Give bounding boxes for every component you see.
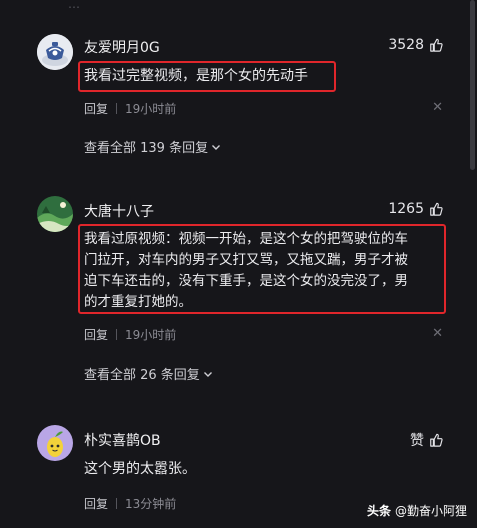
watermark-brand: 头条 — [366, 504, 391, 518]
timestamp: 13分钟前 — [125, 497, 177, 511]
watermark-author: @勤奋小阿狸 — [394, 504, 467, 518]
reply-button[interactable]: 回复 — [84, 495, 108, 512]
comment-meta: 回复 19小时前 — [84, 326, 176, 343]
comment-text: 这个男的太嚣张。 — [84, 461, 196, 477]
comment-text-line: 迫下车还击的，没有下重手，是这个女的没完没了，男 — [84, 273, 408, 289]
username[interactable]: 朴实喜鹊OB — [84, 430, 161, 450]
comment-text-line: 门拉开，对车内的男子又打又骂，又拖又踹，男子才被 — [84, 252, 408, 268]
close-icon[interactable]: ✕ — [432, 100, 443, 115]
comment-text-line: 我看过原视频：视频一开始，是这个女的把驾驶位的车 — [84, 231, 408, 247]
like-button[interactable]: 1265 — [388, 201, 443, 217]
like-button[interactable]: 3528 — [388, 37, 443, 53]
like-button[interactable]: 赞 — [410, 430, 443, 450]
scrollbar[interactable] — [470, 0, 475, 170]
like-count: 赞 — [410, 433, 424, 449]
like-count: 1265 — [388, 201, 424, 217]
view-all-replies-button[interactable]: 查看全部 26 条回复 — [84, 364, 213, 383]
timestamp: 19小时前 — [125, 328, 177, 342]
chevron-down-icon — [203, 371, 212, 377]
ellipsis-icon: ⋯ — [68, 0, 82, 14]
comment-meta: 回复 19小时前 — [84, 100, 176, 117]
divider — [116, 329, 118, 340]
username[interactable]: 友爱明月0G — [84, 37, 160, 57]
view-all-replies-label: 查看全部 26 条回复 — [84, 368, 200, 383]
reply-button[interactable]: 回复 — [84, 326, 108, 343]
thumbs-up-icon — [430, 202, 443, 216]
username[interactable]: 大唐十八子 — [84, 201, 154, 221]
close-icon[interactable]: ✕ — [432, 326, 443, 341]
comment-text-line: 的才重复打她的。 — [84, 294, 192, 310]
comment-text: 我看过原视频：视频一开始，是这个女的把驾驶位的车 门拉开，对车内的男子又打又骂，… — [78, 224, 446, 314]
thumbs-up-icon — [430, 38, 443, 52]
previous-content-fade: ⋯ — [0, 0, 477, 14]
view-all-replies-label: 查看全部 139 条回复 — [84, 141, 209, 156]
comment-meta: 回复 13分钟前 — [84, 495, 176, 512]
chevron-down-icon — [212, 144, 221, 150]
watermark: 头条 @勤奋小阿狸 — [367, 502, 467, 519]
avatar[interactable] — [37, 34, 73, 70]
thumbs-up-icon — [430, 433, 443, 447]
timestamp: 19小时前 — [125, 102, 177, 116]
comment-text: 我看过完整视频，是那个女的先动手 — [78, 61, 336, 92]
view-all-replies-button[interactable]: 查看全部 139 条回复 — [84, 137, 221, 156]
reply-button[interactable]: 回复 — [84, 100, 108, 117]
like-count: 3528 — [388, 37, 424, 53]
divider — [116, 103, 118, 114]
avatar[interactable] — [37, 196, 73, 232]
comment-text-line: 我看过完整视频，是那个女的先动手 — [84, 68, 308, 84]
divider — [116, 498, 118, 509]
avatar[interactable] — [37, 425, 73, 461]
